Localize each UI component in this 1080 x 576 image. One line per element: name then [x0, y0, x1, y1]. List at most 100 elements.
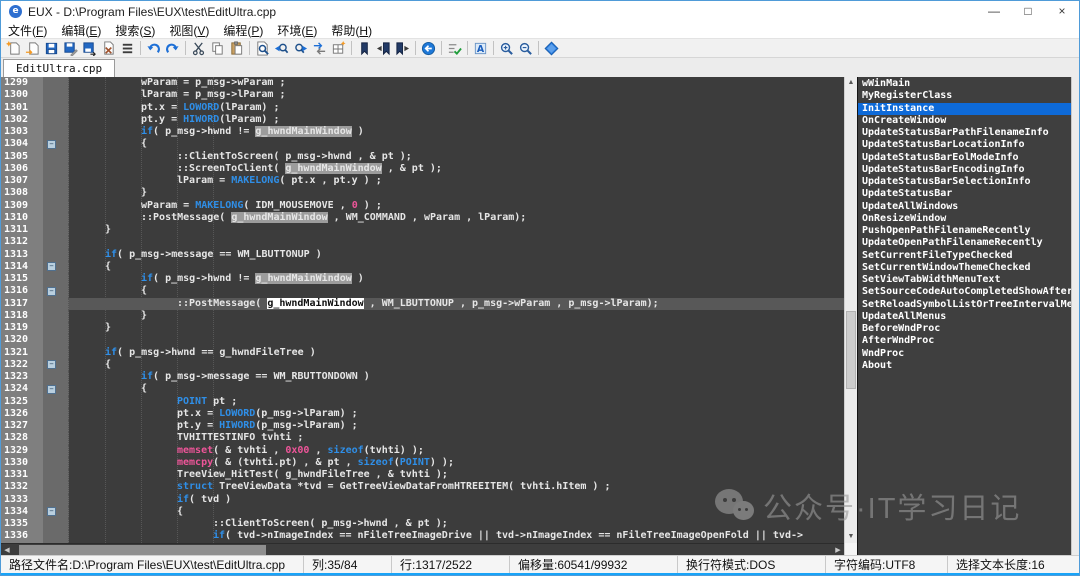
code-line[interactable]: 1311}: [1, 224, 844, 236]
code-line[interactable]: 1326pt.x = LOWORD(p_msg->lParam) ;: [1, 408, 844, 420]
save-modify-button[interactable]: [61, 39, 80, 57]
code-line[interactable]: 1309wParam = MAKELONG( IDM_MOUSEMOVE , 0…: [1, 200, 844, 212]
symbol-item[interactable]: wWinMain: [858, 78, 1071, 90]
bookmark-next-button[interactable]: [393, 39, 412, 57]
code-line[interactable]: 1299wParam = p_msg->wParam ;: [1, 77, 844, 89]
fold-marker-icon[interactable]: −: [47, 360, 56, 369]
code-line[interactable]: 1329memset( & tvhti , 0x00 , sizeof(tvht…: [1, 445, 844, 457]
code-line[interactable]: 1323if( p_msg->message == WM_RBUTTONDOWN…: [1, 371, 844, 383]
find-in-files-button[interactable]: [329, 39, 348, 57]
cut-button[interactable]: [189, 39, 208, 57]
symbol-item[interactable]: UpdateStatusBar: [858, 188, 1071, 200]
horizontal-scrollbar[interactable]: ◀ ▶: [1, 543, 844, 555]
new-file-button[interactable]: [4, 39, 23, 57]
close-file-button[interactable]: [99, 39, 118, 57]
vertical-scroll-thumb[interactable]: [846, 311, 856, 389]
tab-editultra-cpp[interactable]: EditUltra.cpp: [3, 59, 115, 77]
scroll-right-icon[interactable]: ▶: [832, 546, 844, 554]
replace-button[interactable]: [310, 39, 329, 57]
symbol-item[interactable]: UpdateStatusBarPathFilenameInfo: [858, 127, 1071, 139]
save-as-button[interactable]: [80, 39, 99, 57]
syntax-check-button[interactable]: [445, 39, 464, 57]
scroll-down-icon[interactable]: ▼: [845, 531, 857, 543]
find-prev-button[interactable]: [272, 39, 291, 57]
maximize-button[interactable]: □: [1011, 1, 1045, 22]
zoom-out-button[interactable]: [516, 39, 535, 57]
code-line[interactable]: 1325POINT pt ;: [1, 396, 844, 408]
menu-item[interactable]: 环境(E): [270, 22, 324, 39]
code-line[interactable]: 1308}: [1, 187, 844, 199]
zoom-in-button[interactable]: [497, 39, 516, 57]
code-line[interactable]: 1303if( p_msg->hwnd != g_hwndMainWindow …: [1, 126, 844, 138]
menu-item[interactable]: 视图(V): [162, 22, 216, 39]
code-line[interactable]: 1318}: [1, 310, 844, 322]
find-next-button[interactable]: [291, 39, 310, 57]
code-line[interactable]: 1324−{: [1, 383, 844, 395]
code-line[interactable]: 1304−{: [1, 138, 844, 150]
fold-marker-icon[interactable]: −: [47, 262, 56, 271]
code-line[interactable]: 1315if( p_msg->hwnd != g_hwndMainWindow …: [1, 273, 844, 285]
code-line[interactable]: 1331TreeView_HitTest( g_hwndFileTree , &…: [1, 469, 844, 481]
symbol-item[interactable]: UpdateStatusBarEncodingInfo: [858, 164, 1071, 176]
menu-item[interactable]: 帮助(H): [324, 22, 379, 39]
scroll-left-icon[interactable]: ◀: [1, 546, 13, 554]
symbol-item[interactable]: UpdateStatusBarEolModeInfo: [858, 152, 1071, 164]
menu-item[interactable]: 搜索(S): [108, 22, 162, 39]
file-list-button[interactable]: [118, 39, 137, 57]
code-line[interactable]: 1321if( p_msg->hwnd == g_hwndFileTree ): [1, 347, 844, 359]
copy-button[interactable]: [208, 39, 227, 57]
vertical-scroll-track[interactable]: [845, 89, 857, 531]
symbol-item[interactable]: About: [858, 360, 1071, 372]
paste-button[interactable]: [227, 39, 246, 57]
symbol-item[interactable]: OnCreateWindow: [858, 115, 1071, 127]
code-line[interactable]: 1328TVHITTESTINFO tvhti ;: [1, 432, 844, 444]
color-scheme-button[interactable]: [471, 39, 490, 57]
close-button[interactable]: ×: [1045, 1, 1079, 22]
code-line[interactable]: 1305::ClientToScreen( p_msg->hwnd , & pt…: [1, 151, 844, 163]
code-line[interactable]: 1302pt.y = HIWORD(lParam) ;: [1, 114, 844, 126]
fold-marker-icon[interactable]: −: [47, 507, 56, 516]
redo-button[interactable]: [163, 39, 182, 57]
symbol-item[interactable]: UpdateStatusBarLocationInfo: [858, 139, 1071, 151]
undo-button[interactable]: [144, 39, 163, 57]
scroll-up-icon[interactable]: ▲: [845, 77, 857, 89]
code-line[interactable]: 1319}: [1, 322, 844, 334]
symbol-item[interactable]: SetSourceCodeAutoCompletedShowAfter: [858, 286, 1071, 298]
code-line[interactable]: 1330memcpy( & (tvhti.pt) , & pt , sizeof…: [1, 457, 844, 469]
back-button[interactable]: [419, 39, 438, 57]
code-line[interactable]: 1316−{: [1, 285, 844, 297]
symbol-item[interactable]: SetReloadSymbolListOrTreeIntervalMe: [858, 299, 1071, 311]
open-file-button[interactable]: [23, 39, 42, 57]
code-line[interactable]: 1313if( p_msg->message == WM_LBUTTONUP ): [1, 249, 844, 261]
code-line[interactable]: 1334−{: [1, 506, 844, 518]
code-line[interactable]: 1314−{: [1, 261, 844, 273]
symbol-item[interactable]: UpdateAllMenus: [858, 311, 1071, 323]
code-line[interactable]: 1336if( tvd->nImageIndex == nFileTreeIma…: [1, 530, 844, 542]
code-line[interactable]: 1335::ClientToScreen( p_msg->hwnd , & pt…: [1, 518, 844, 530]
code-line[interactable]: 1322−{: [1, 359, 844, 371]
fold-marker-icon[interactable]: −: [47, 385, 56, 394]
symbol-item[interactable]: SetViewTabWidthMenuText: [858, 274, 1071, 286]
symbol-item[interactable]: InitInstance: [858, 103, 1071, 115]
symbol-list-scrollbar[interactable]: [1071, 77, 1079, 555]
fold-marker-icon[interactable]: −: [47, 287, 56, 296]
fold-marker-icon[interactable]: −: [47, 140, 56, 149]
symbol-item[interactable]: OnResizeWindow: [858, 213, 1071, 225]
bookmark-prev-button[interactable]: [374, 39, 393, 57]
horizontal-scroll-thumb[interactable]: [19, 545, 266, 555]
symbol-item[interactable]: PushOpenPathFilenameRecently: [858, 225, 1071, 237]
menu-item[interactable]: 编程(P): [216, 22, 270, 39]
symbol-item[interactable]: UpdateStatusBarSelectionInfo: [858, 176, 1071, 188]
minimize-button[interactable]: —: [977, 1, 1011, 22]
code-line[interactable]: 1327pt.y = HIWORD(p_msg->lParam) ;: [1, 420, 844, 432]
find-button[interactable]: [253, 39, 272, 57]
code-line[interactable]: 1312: [1, 236, 844, 248]
symbol-item[interactable]: UpdateAllWindows: [858, 201, 1071, 213]
symbol-item[interactable]: BeforeWndProc: [858, 323, 1071, 335]
horizontal-scroll-track[interactable]: [13, 544, 832, 556]
code-line[interactable]: 1333if( tvd ): [1, 494, 844, 506]
code-line[interactable]: 1307lParam = MAKELONG( pt.x , pt.y ) ;: [1, 175, 844, 187]
code-line[interactable]: 1310::PostMessage( g_hwndMainWindow , WM…: [1, 212, 844, 224]
symbol-item[interactable]: SetCurrentWindowThemeChecked: [858, 262, 1071, 274]
symbol-item[interactable]: SetCurrentFileTypeChecked: [858, 250, 1071, 262]
